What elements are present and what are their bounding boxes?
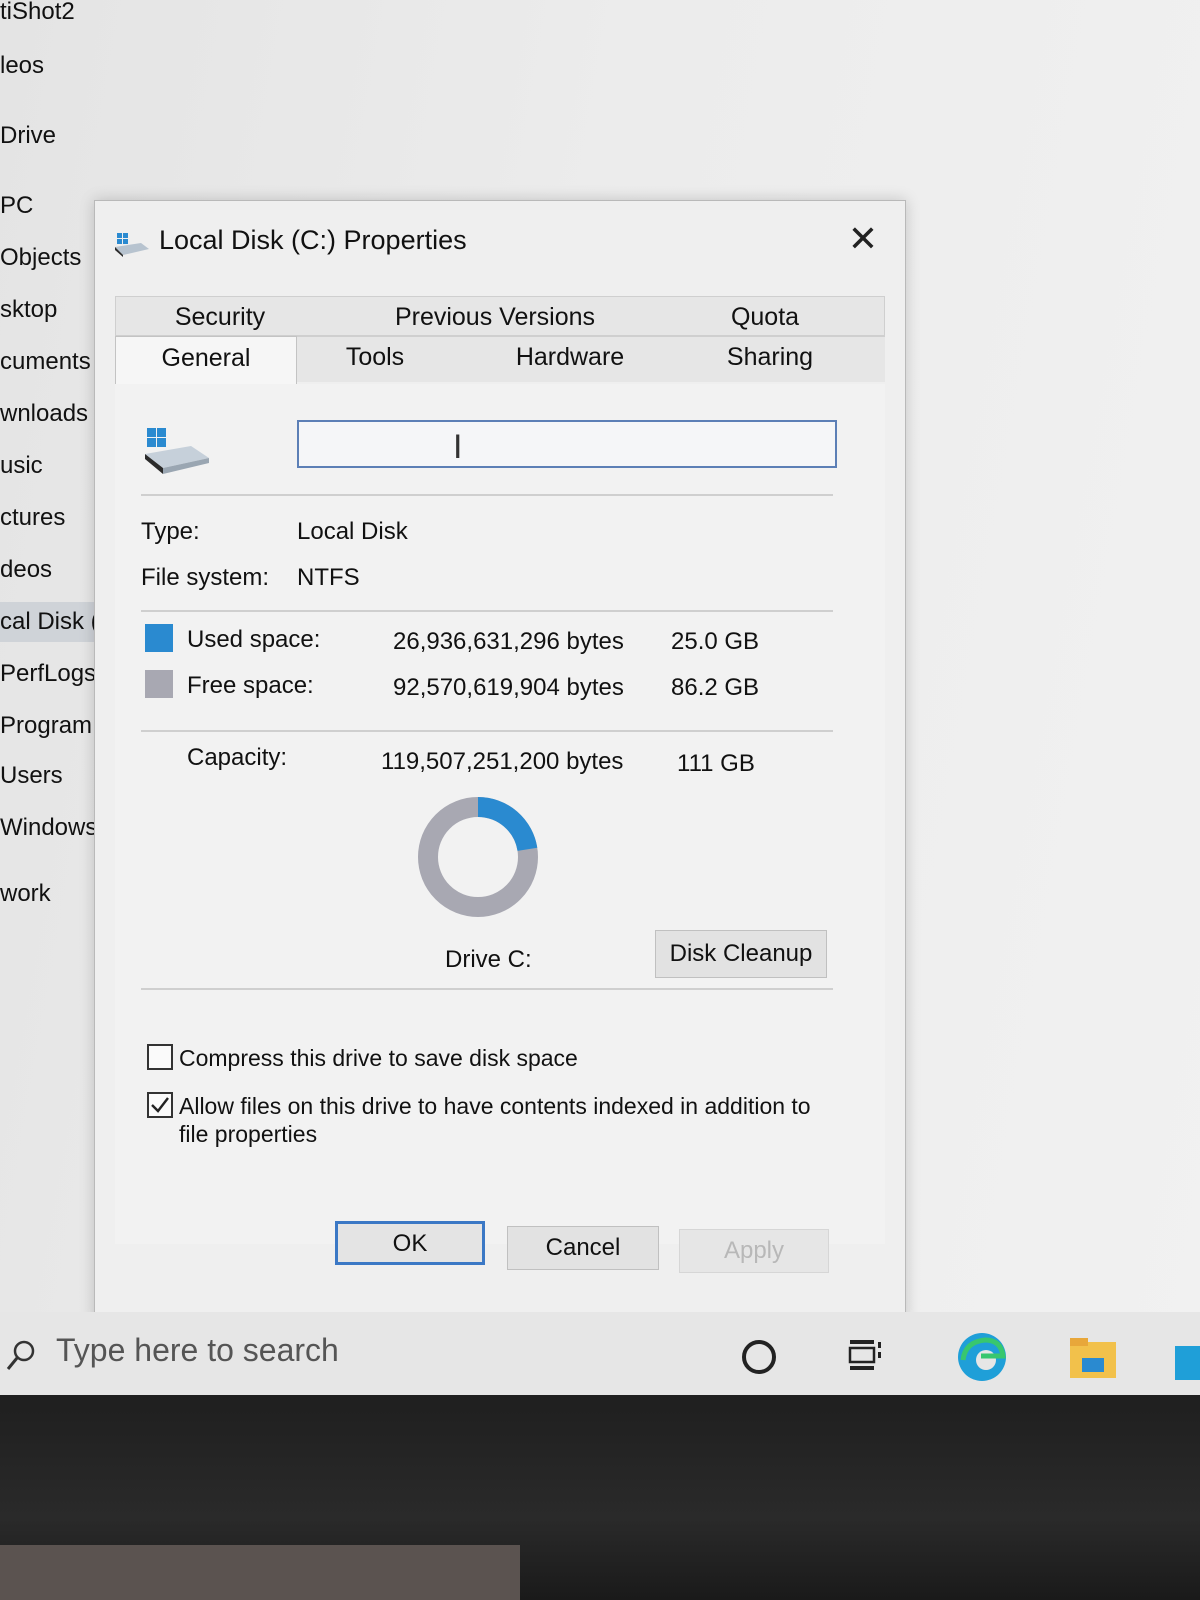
apply-button[interactable]: Apply	[679, 1229, 829, 1273]
drive-name-input[interactable]	[297, 420, 837, 468]
index-checkbox[interactable]	[147, 1092, 173, 1118]
tab-tools[interactable]: Tools	[315, 336, 435, 378]
divider	[141, 494, 833, 496]
text-cursor-icon: I	[453, 428, 463, 466]
taskbar-search-box[interactable]: Type here to search	[56, 1332, 339, 1369]
nav-item[interactable]: Objects	[0, 238, 100, 278]
nav-item[interactable]: wnloads	[0, 394, 100, 434]
checkmark-icon	[151, 1097, 169, 1113]
compress-checkbox[interactable]	[147, 1044, 173, 1070]
tab-hardware[interactable]: Hardware	[495, 336, 645, 378]
nav-item[interactable]: ctures	[0, 498, 100, 538]
nav-item[interactable]: Program I	[0, 706, 100, 746]
nav-item[interactable]: Drive	[0, 116, 100, 156]
divider	[141, 610, 833, 612]
index-label-line1: Allow files on this drive to have conten…	[179, 1093, 811, 1119]
dialog-title: Local Disk (C:) Properties	[159, 225, 467, 255]
drive-icon	[115, 233, 149, 257]
free-space-label: Free space:	[187, 672, 314, 699]
search-icon	[6, 1340, 35, 1370]
nav-item[interactable]: work	[0, 874, 100, 914]
nav-item[interactable]: PC	[0, 186, 100, 226]
index-label-line2: file properties	[179, 1121, 318, 1147]
close-icon: ✕	[847, 218, 879, 259]
desktop-screen: tiShot2 leos Drive PC Objects sktop cume…	[0, 0, 1200, 1395]
used-space-bytes: 26,936,631,296 bytes	[393, 628, 624, 655]
used-space-swatch	[145, 624, 173, 652]
nav-item[interactable]: cuments	[0, 342, 100, 382]
general-tab-panel: I Type: Local Disk File system: NTFS Use…	[115, 384, 885, 1244]
free-space-gb: 86.2 GB	[671, 674, 760, 701]
tab-strip: Security Previous Versions Quota General…	[115, 296, 885, 386]
tab-security[interactable]: Security	[135, 296, 305, 338]
free-space-bytes: 92,570,619,904 bytes	[393, 674, 624, 701]
disk-cleanup-button[interactable]: Disk Cleanup	[655, 930, 827, 978]
used-space-label: Used space:	[187, 626, 321, 653]
disk-usage-donut	[418, 797, 538, 917]
compress-option[interactable]: Compress this drive to save disk space	[147, 1044, 847, 1074]
monitor-base	[0, 1545, 520, 1600]
index-option[interactable]: Allow files on this drive to have conten…	[147, 1092, 857, 1152]
free-space-swatch	[145, 670, 173, 698]
nav-item-local-disk[interactable]: cal Disk (	[0, 602, 100, 642]
nav-item[interactable]: sktop	[0, 290, 100, 330]
edge-browser-icon[interactable]	[955, 1330, 1009, 1384]
nav-item[interactable]: tiShot2	[0, 0, 100, 32]
nav-item[interactable]: deos	[0, 550, 100, 590]
ok-button[interactable]: OK	[335, 1221, 485, 1265]
type-label: Type:	[141, 518, 200, 545]
capacity-bytes: 119,507,251,200 bytes	[381, 748, 624, 775]
store-icon[interactable]	[1175, 1336, 1200, 1382]
close-button[interactable]: ✕	[839, 217, 887, 261]
properties-dialog: Local Disk (C:) Properties ✕ Security Pr…	[94, 200, 906, 1325]
divider	[141, 988, 833, 990]
capacity-gb: 111 GB	[677, 750, 755, 777]
used-space-gb: 25.0 GB	[671, 628, 760, 655]
local-disk-icon	[145, 428, 209, 474]
file-explorer-icon[interactable]	[1068, 1334, 1118, 1382]
nav-item[interactable]: PerfLogs	[0, 654, 100, 694]
nav-item[interactable]: usic	[0, 446, 100, 486]
cancel-button[interactable]: Cancel	[507, 1226, 659, 1270]
nav-item[interactable]: Windows	[0, 808, 100, 848]
drive-letter-label: Drive C:	[445, 946, 532, 973]
capacity-label: Capacity:	[187, 744, 288, 771]
task-view-icon[interactable]	[848, 1338, 882, 1372]
taskbar: Type here to search	[0, 1312, 1200, 1395]
divider	[141, 730, 833, 732]
nav-item[interactable]: Users	[0, 756, 100, 796]
compress-label: Compress this drive to save disk space	[179, 1045, 578, 1071]
cortana-icon[interactable]	[742, 1340, 776, 1374]
dialog-title-bar[interactable]: Local Disk (C:) Properties ✕	[95, 201, 905, 281]
tab-sharing[interactable]: Sharing	[705, 336, 835, 378]
file-system-value: NTFS	[297, 564, 360, 591]
tab-general[interactable]: General	[115, 336, 297, 386]
tab-previous-versions[interactable]: Previous Versions	[375, 296, 615, 338]
nav-item[interactable]: leos	[0, 46, 100, 86]
type-value: Local Disk	[297, 518, 408, 545]
file-system-label: File system:	[141, 564, 270, 591]
tab-quota[interactable]: Quota	[705, 296, 825, 338]
